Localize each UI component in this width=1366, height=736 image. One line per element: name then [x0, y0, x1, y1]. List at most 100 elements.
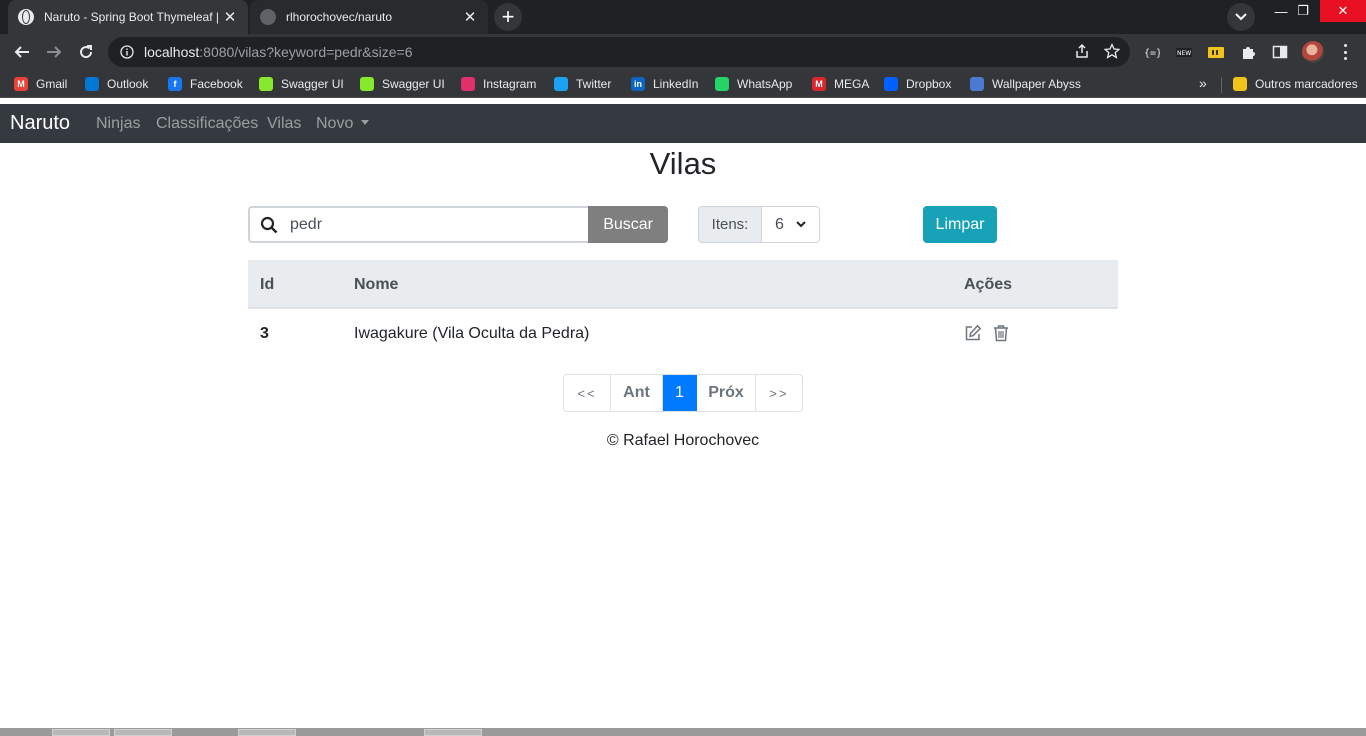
address-bar[interactable]: localhost:8080/vilas?keyword=pedr&size=6 [108, 37, 1130, 67]
whatsapp-icon [715, 77, 729, 91]
items-per-page-select[interactable]: 6 [761, 206, 820, 243]
bookmark-label: Swagger UI [281, 77, 344, 91]
url-path: :8080/vilas?keyword=pedr&size=6 [199, 44, 413, 60]
puzzle-icon[interactable] [1240, 44, 1256, 60]
bookmark-label: Gmail [36, 77, 68, 91]
close-window-button[interactable]: ✕ [1320, 0, 1366, 22]
search-icon [260, 216, 278, 233]
other-bookmarks-folder[interactable]: Outros marcadores [1233, 75, 1358, 93]
info-icon[interactable] [120, 45, 134, 59]
tab-search-button[interactable] [1227, 3, 1255, 31]
browser-tab-strip: Naruto - Spring Boot Thymeleaf | ✕ rlhor… [0, 0, 1366, 34]
new-tab-button[interactable]: + [494, 3, 522, 31]
search-input[interactable] [290, 215, 570, 234]
chevron-down-icon [1235, 13, 1247, 21]
table-header: Id Nome Ações [248, 260, 1118, 309]
maximize-window-button[interactable]: ❐ [1281, 0, 1325, 22]
bookmark-swagger-ui-2[interactable]: Swagger UI [360, 75, 445, 93]
bookmark-outlook[interactable]: Outlook [85, 75, 148, 93]
bookmark-label: Outlook [107, 77, 149, 91]
bookmark-label: Dropbox [906, 77, 952, 91]
close-tab-icon[interactable]: ✕ [462, 8, 478, 26]
nav-dropdown-novo[interactable]: Novo [316, 115, 370, 133]
bookmark-label: Twitter [576, 77, 612, 91]
reload-icon [80, 45, 93, 59]
taskbar-item[interactable] [52, 729, 110, 736]
browser-menu-icon[interactable] [1338, 44, 1352, 60]
column-header-nome: Nome [354, 276, 399, 293]
bookmark-label: Swagger UI [382, 77, 445, 91]
back-button[interactable] [8, 38, 36, 66]
page-number-button[interactable]: 1 [663, 375, 697, 411]
dropbox-icon [884, 77, 898, 91]
vilas-table: Id Nome Ações 3 Iwagakure (Vila Oculta d… [248, 260, 1118, 359]
new-extension-icon[interactable]: NEW [1176, 44, 1192, 60]
bookmark-label: Facebook [190, 77, 243, 91]
wallpaper-abyss-icon [970, 77, 984, 91]
bookmark-gmail[interactable]: M Gmail [14, 75, 67, 93]
search-button[interactable]: Buscar [588, 206, 668, 243]
bookmark-label: LinkedIn [653, 77, 699, 91]
bookmarks-bar: M Gmail Outlook f Facebook Swagger UI Swag… [0, 70, 1366, 98]
browser-tab-active[interactable]: Naruto - Spring Boot Thymeleaf | ✕ [8, 0, 248, 34]
bookmark-twitter[interactable]: Twitter [554, 75, 611, 93]
star-icon[interactable] [1104, 43, 1120, 59]
page-title: Vilas [649, 146, 717, 181]
linkedin-icon: in [631, 77, 645, 91]
bookmark-mega[interactable]: M MEGA [812, 75, 869, 93]
bookmark-wallpaper-abyss[interactable]: Wallpaper Abyss [970, 75, 1081, 93]
bookmark-swagger-ui-1[interactable]: Swagger UI [259, 75, 344, 93]
page-last-button[interactable]: >> [756, 375, 802, 411]
twitter-icon [554, 77, 568, 91]
arrow-left-icon [14, 46, 29, 58]
browser-toolbar: localhost:8080/vilas?keyword=pedr&size=6… [0, 34, 1366, 70]
json-extension-icon[interactable]: {=} [1144, 44, 1162, 60]
items-per-page-group: Itens: 6 [698, 206, 820, 243]
bookmark-label: MEGA [834, 77, 870, 91]
search-input-wrapper[interactable] [248, 206, 589, 243]
taskbar-item[interactable] [114, 729, 172, 736]
more-bookmarks-button[interactable]: » [1199, 75, 1207, 91]
bookmark-whatsapp[interactable]: WhatsApp [715, 75, 792, 93]
bookmark-label: WhatsApp [737, 77, 793, 91]
tab-title: rlhorochovec/naruto [286, 10, 393, 24]
page-prev-button[interactable]: Ant [611, 375, 663, 411]
clear-button[interactable]: Limpar [923, 206, 997, 243]
app-navbar: Naruto Ninjas Classificações Vilas Novo [0, 104, 1366, 143]
gmail-icon: M [14, 77, 28, 91]
bookmark-label: Instagram [483, 77, 537, 91]
bookmark-label: Wallpaper Abyss [992, 77, 1081, 91]
bookmark-instagram[interactable]: Instagram [461, 75, 536, 93]
nav-link-vilas[interactable]: Vilas [267, 115, 301, 133]
url-text: localhost:8080/vilas?keyword=pedr&size=6 [144, 44, 413, 60]
edit-icon[interactable] [964, 324, 982, 342]
side-panel-icon[interactable] [1272, 44, 1288, 60]
browser-tab-inactive[interactable]: rlhorochovec/naruto ✕ [250, 0, 488, 34]
outlook-icon [85, 77, 99, 91]
search-form: Buscar [248, 206, 668, 243]
bookmark-dropbox[interactable]: Dropbox [884, 75, 951, 93]
column-header-acoes: Ações [964, 276, 1013, 293]
taskbar-item[interactable] [238, 729, 296, 736]
bookmark-linkedin[interactable]: in LinkedIn [631, 75, 698, 93]
taskbar-item[interactable] [424, 729, 482, 736]
share-icon[interactable] [1074, 43, 1090, 59]
reload-button[interactable] [72, 38, 100, 66]
nav-link-classificacoes[interactable]: Classificações [156, 115, 258, 133]
trash-icon[interactable] [992, 324, 1010, 342]
table-row: 3 Iwagakure (Vila Oculta da Pedra) [248, 309, 1118, 359]
page-first-button[interactable]: << [564, 375, 611, 411]
row-nome: Iwagakure (Vila Oculta da Pedra) [354, 325, 590, 342]
folder-extension-icon[interactable] [1208, 44, 1224, 60]
nav-link-ninjas[interactable]: Ninjas [96, 115, 140, 133]
globe-icon [18, 9, 34, 25]
mega-icon: M [812, 77, 826, 91]
row-id: 3 [260, 325, 269, 342]
page-next-button[interactable]: Próx [697, 375, 756, 411]
navbar-brand[interactable]: Naruto [10, 112, 70, 135]
profile-avatar[interactable] [1302, 41, 1324, 63]
bookmark-facebook[interactable]: f Facebook [168, 75, 243, 93]
close-tab-icon[interactable]: ✕ [222, 8, 238, 26]
tab-title: Naruto - Spring Boot Thymeleaf | [44, 10, 219, 24]
forward-button[interactable] [40, 38, 68, 66]
